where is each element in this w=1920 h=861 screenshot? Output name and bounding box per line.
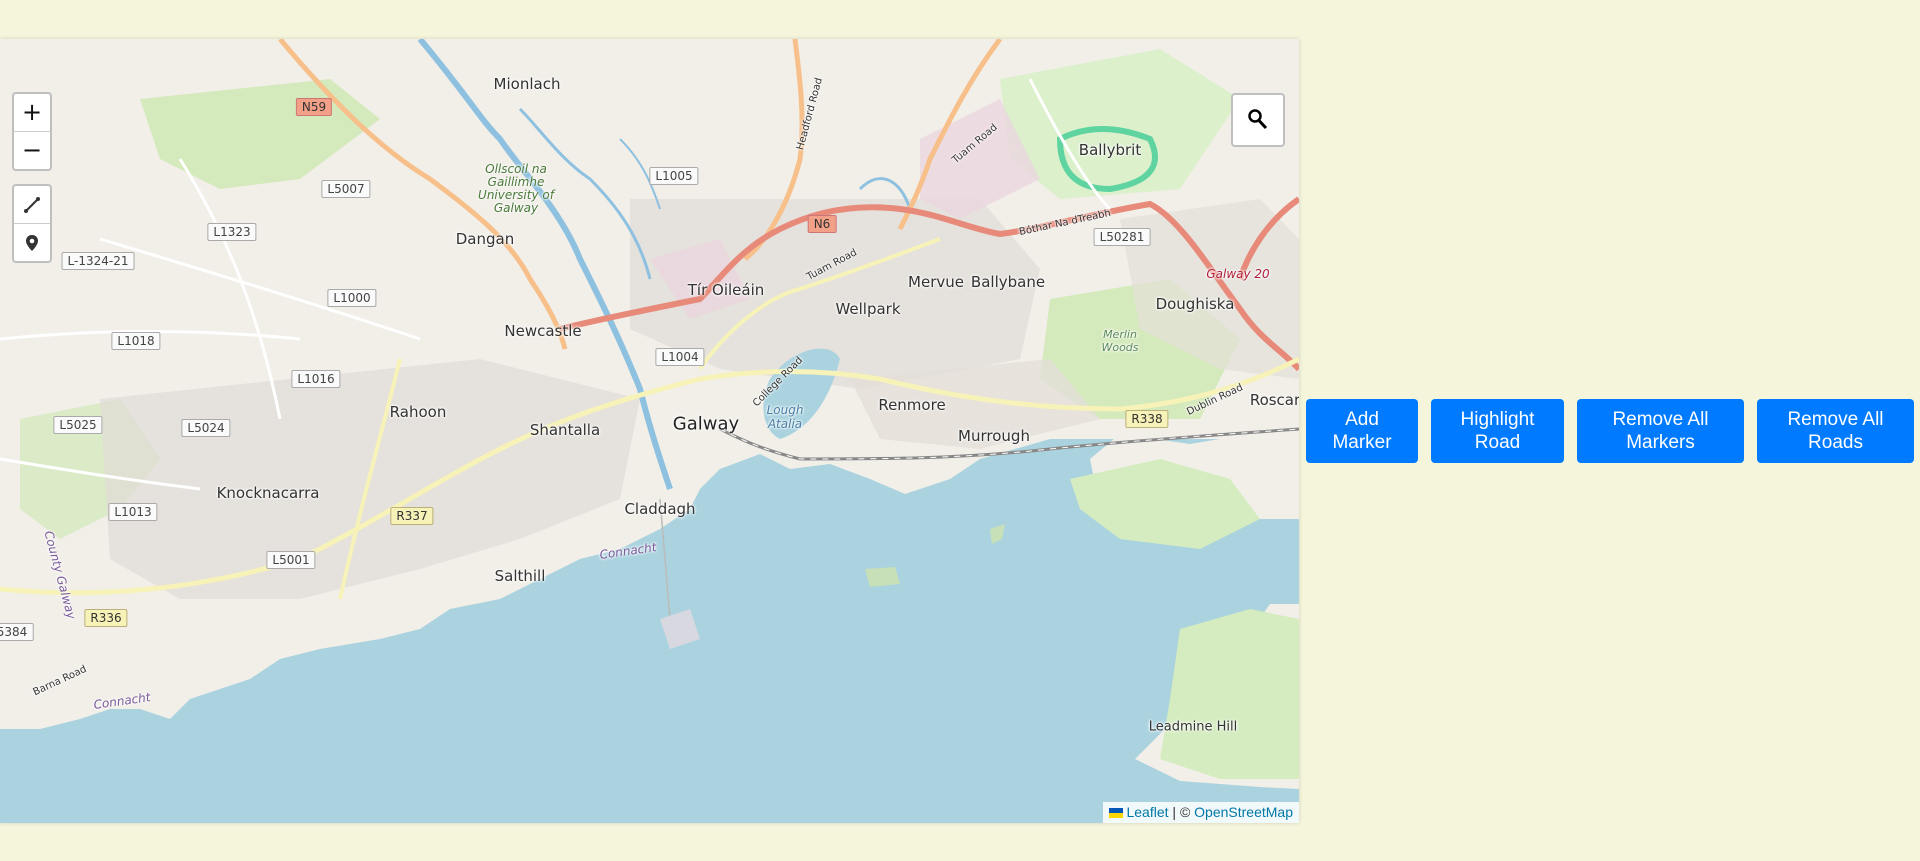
remove-all-markers-button[interactable]: Remove All Markers: [1577, 399, 1744, 463]
minus-icon: −: [21, 136, 43, 164]
place-label-doughiska: Doughiska: [1155, 295, 1235, 313]
place-label-merlin: Merlin Woods: [1101, 328, 1139, 354]
place-label-wellpark: Wellpark: [835, 300, 901, 318]
place-label-rahoon: Rahoon: [389, 403, 447, 421]
marker-icon: [26, 234, 38, 251]
road-shield-l1016: L1016: [291, 370, 341, 388]
draw-polyline-button[interactable]: [14, 186, 50, 223]
road-shield-l5001: L5001: [266, 551, 316, 569]
road-shield-l5024: L5024: [181, 419, 231, 437]
search-icon: [1248, 109, 1268, 130]
road-shield-l1000: L1000: [327, 289, 377, 307]
road-shield-l1005: L1005: [649, 167, 699, 185]
place-label-uni: Ollscoil na Gaillimhe University of Galw…: [478, 162, 554, 215]
map-search-button[interactable]: [1231, 93, 1285, 147]
remove-all-roads-button[interactable]: Remove All Roads: [1757, 399, 1914, 463]
place-label-knocknacarra: Knocknacarra: [216, 484, 320, 502]
draw-marker-button[interactable]: [14, 223, 50, 261]
road-shield-l1018: L1018: [111, 332, 161, 350]
road-shield-l5384: 5384: [0, 623, 34, 641]
place-label-murrough: Murrough: [958, 427, 1030, 445]
place-label-leadmine: Leadmine Hill: [1148, 719, 1238, 735]
zoom-in-button[interactable]: +: [14, 94, 50, 131]
road-shield-l5007: L5007: [321, 180, 371, 198]
place-label-roscam: Roscar: [1249, 391, 1299, 409]
road-shield-r338: R338: [1125, 410, 1169, 428]
road-shield-l1324: L-1324-21: [61, 252, 135, 270]
zoom-out-button[interactable]: −: [14, 131, 50, 169]
place-label-mervue: Mervue: [908, 273, 964, 291]
place-label-lough-atalia: Lough Atalia: [766, 403, 804, 431]
draw-toolbar: [12, 184, 52, 263]
place-label-salthill: Salthill: [494, 567, 546, 585]
place-label-ballybane: Ballybane: [970, 273, 1046, 291]
place-label-ballybrit: Ballybrit: [1078, 141, 1142, 159]
place-label-shantalla: Shantalla: [529, 421, 601, 439]
road-shield-l1004: L1004: [655, 348, 705, 366]
map-attribution: Leaflet | © OpenStreetMap: [1103, 802, 1299, 823]
road-shield-l50281: L50281: [1093, 228, 1151, 246]
add-marker-button[interactable]: Add Marker: [1306, 399, 1418, 463]
attribution-separator: | ©: [1168, 804, 1195, 820]
road-shield-n59: N59: [295, 98, 333, 116]
openstreetmap-link[interactable]: OpenStreetMap: [1194, 804, 1293, 820]
place-label-claddagh: Claddagh: [624, 500, 696, 518]
place-label-renmore: Renmore: [878, 396, 946, 414]
place-label-dangan: Dangan: [455, 230, 515, 248]
road-shield-n6: N6: [807, 215, 837, 233]
road-shield-r336: R336: [84, 609, 128, 627]
place-label-newcastle: Newcastle: [504, 322, 582, 340]
place-label-tir-oileain: Tír Oileáin: [687, 281, 765, 299]
road-shield-r337: R337: [390, 507, 434, 525]
leaflet-link[interactable]: Leaflet: [1126, 804, 1168, 820]
road-shield-l5025: L5025: [53, 416, 103, 434]
ukraine-flag-icon: [1109, 808, 1124, 819]
zoom-control: + −: [12, 92, 52, 171]
road-shield-l1013: L1013: [108, 503, 158, 521]
polyline-icon: [24, 196, 40, 213]
plus-icon: +: [21, 98, 43, 126]
place-label-galway20: Galway 20: [1206, 267, 1270, 281]
place-label-galway: Galway: [672, 413, 740, 435]
map-container[interactable]: Mionlach Ballybrit Dangan Tír Oileáin Mervue…: [0, 39, 1299, 823]
road-shield-l1323: L1323: [207, 223, 257, 241]
place-label-mionlach: Mionlach: [493, 75, 561, 93]
highlight-road-button[interactable]: Highlight Road: [1431, 399, 1564, 463]
